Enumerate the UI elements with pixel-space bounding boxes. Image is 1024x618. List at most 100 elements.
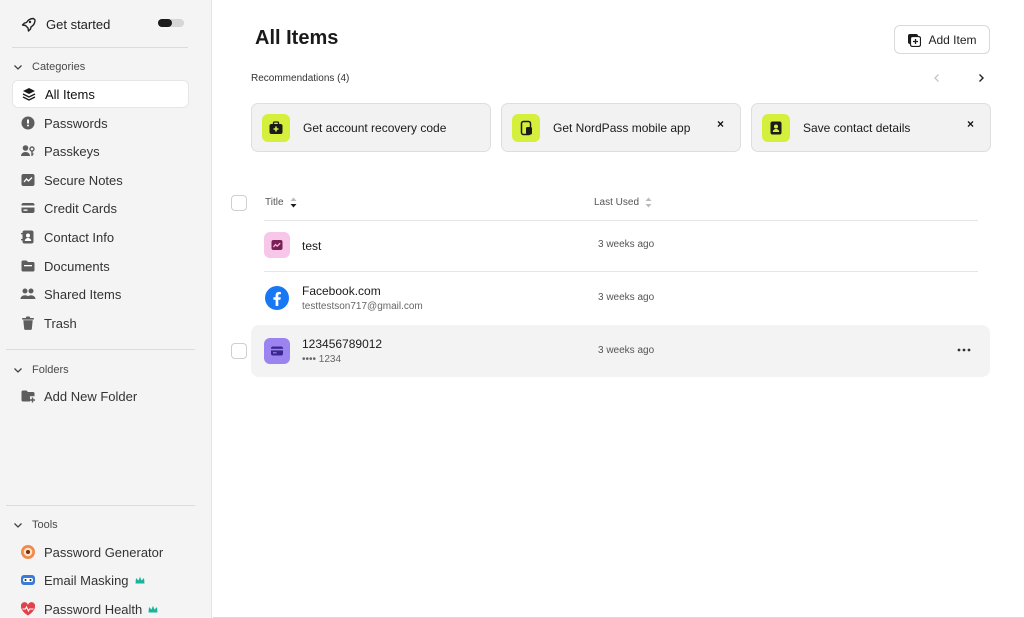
main-content: All Items Add Item Recommendations (4) G… [213, 0, 1024, 618]
credit-card-icon [264, 338, 290, 364]
categories-header-label: Categories [32, 61, 86, 73]
categories-header[interactable]: Categories [12, 61, 85, 73]
sidebar-item-secure-notes[interactable]: Secure Notes [12, 166, 189, 194]
sidebar-item-label: Shared Items [44, 286, 122, 302]
secure-note-icon [264, 232, 290, 258]
add-item-label: Add Item [928, 32, 977, 47]
recommendation-label: Get NordPass mobile app [553, 120, 691, 135]
heart-pulse-icon [20, 601, 36, 617]
trash-icon [20, 315, 36, 331]
item-last-used: 3 weeks ago [598, 239, 655, 250]
sidebar-item-label: All Items [45, 86, 95, 102]
divider [6, 505, 195, 506]
sidebar-item-label: Credit Cards [44, 200, 117, 216]
shared-users-icon [20, 286, 36, 302]
sort-icon [645, 197, 652, 208]
column-title-label: Title [265, 197, 284, 208]
sidebar-item-label: Passwords [44, 115, 108, 131]
item-username: testtestson717@gmail.com [302, 301, 423, 312]
recommendations-next-button[interactable] [975, 72, 987, 86]
get-started[interactable]: Get started [20, 14, 188, 34]
folders-header[interactable]: Folders [12, 364, 69, 376]
sidebar-item-passwords[interactable]: Passwords [12, 109, 189, 137]
page-title: All Items [255, 27, 339, 49]
select-all-checkbox[interactable] [231, 195, 247, 211]
column-last-used-label: Last Used [594, 197, 640, 208]
chevron-down-icon [14, 523, 22, 528]
sidebar-item-contact-info[interactable]: Contact Info [12, 223, 189, 251]
contact-book-icon [762, 113, 790, 142]
table-row[interactable]: 123456789012 •••• 1234 3 weeks ago [231, 325, 990, 377]
sidebar-item-label: Secure Notes [44, 172, 123, 188]
divider [6, 349, 195, 350]
recommendations-label: Recommendations (4) [251, 73, 350, 84]
item-last-used: 3 weeks ago [598, 292, 655, 303]
email-masking-icon [20, 572, 36, 588]
item-name: 123456789012 [302, 337, 383, 351]
sidebar-item-password-health[interactable]: Password Health [12, 595, 189, 618]
more-horizontal-icon [957, 348, 971, 352]
recommendation-card-contact-details[interactable]: Save contact details × [751, 103, 991, 152]
password-generator-icon [20, 544, 36, 560]
folders-header-label: Folders [32, 364, 69, 376]
sidebar-item-email-masking[interactable]: Email Masking [12, 566, 189, 594]
sidebar-item-label: Passkeys [44, 143, 100, 159]
layers-icon [21, 86, 37, 102]
recommendation-label: Get account recovery code [303, 120, 447, 135]
mobile-icon [512, 113, 540, 142]
facebook-icon [264, 285, 290, 311]
sidebar: Get started Categories All Items Passwor… [0, 0, 212, 618]
sidebar-item-label: Email Masking [44, 572, 129, 588]
get-started-progress[interactable] [158, 19, 184, 27]
sidebar-item-all-items[interactable]: All Items [12, 80, 189, 108]
sort-icon [290, 197, 297, 208]
chevron-left-icon [934, 74, 939, 82]
sidebar-item-label: Add New Folder [44, 388, 138, 404]
close-icon[interactable]: × [967, 117, 974, 131]
sidebar-item-password-generator[interactable]: Password Generator [12, 538, 189, 566]
chevron-down-icon [14, 65, 22, 70]
sidebar-item-documents[interactable]: Documents [12, 252, 189, 280]
item-name: Facebook.com [302, 284, 381, 298]
recommendation-card-recovery-code[interactable]: Get account recovery code [251, 103, 491, 152]
premium-crown-icon [135, 576, 145, 583]
sidebar-item-credit-cards[interactable]: Credit Cards [12, 194, 189, 222]
sidebar-item-shared-items[interactable]: Shared Items [12, 280, 189, 308]
column-header-title[interactable]: Title [265, 197, 297, 208]
add-item-button[interactable]: Add Item [894, 25, 990, 54]
sidebar-item-label: Password Generator [44, 544, 164, 560]
table-row[interactable]: Facebook.com testtestson717@gmail.com 3 … [251, 272, 990, 324]
column-header-last-used[interactable]: Last Used [594, 197, 652, 208]
divider [12, 47, 188, 48]
item-name: test [302, 239, 322, 253]
chevron-down-icon [14, 368, 22, 373]
sidebar-item-label: Contact Info [44, 229, 115, 245]
tools-header[interactable]: Tools [12, 519, 58, 531]
item-card-number: •••• 1234 [302, 354, 342, 365]
note-icon [20, 172, 36, 188]
sidebar-item-label: Documents [44, 258, 110, 274]
sidebar-item-label: Trash [44, 315, 77, 331]
rocket-icon [20, 16, 36, 32]
item-last-used: 3 weeks ago [598, 345, 655, 356]
recommendation-card-mobile-app[interactable]: Get NordPass mobile app × [501, 103, 741, 152]
chevron-right-icon [979, 74, 984, 82]
add-folder-icon [20, 388, 36, 404]
recommendations-prev-button[interactable] [931, 72, 943, 86]
add-new-folder-button[interactable]: Add New Folder [12, 382, 189, 410]
sidebar-item-passkeys[interactable]: Passkeys [12, 137, 189, 165]
add-item-icon [908, 33, 922, 47]
more-options-button[interactable] [956, 342, 972, 358]
sidebar-item-trash[interactable]: Trash [12, 309, 189, 337]
contact-icon [20, 229, 36, 245]
table-row[interactable]: test 3 weeks ago [251, 219, 990, 271]
passkey-icon [20, 143, 36, 159]
briefcase-plus-icon [262, 113, 290, 142]
password-icon [20, 115, 36, 131]
row-checkbox[interactable] [231, 343, 247, 359]
close-icon[interactable]: × [717, 117, 724, 131]
get-started-label: Get started [46, 16, 111, 32]
folder-icon [20, 258, 36, 274]
sidebar-item-label: Password Health [44, 601, 143, 617]
credit-card-icon [20, 200, 36, 216]
